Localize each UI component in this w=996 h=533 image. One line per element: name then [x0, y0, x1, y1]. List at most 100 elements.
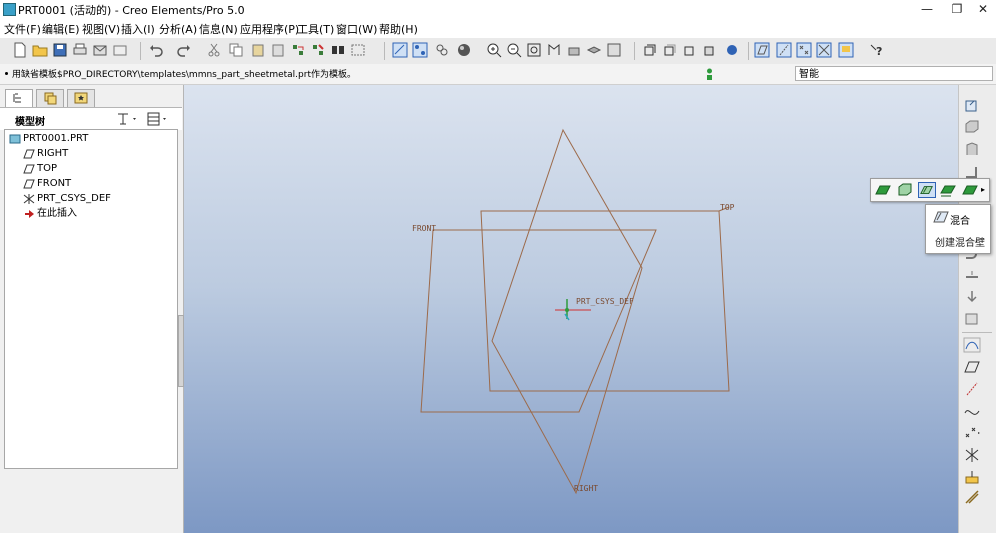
- extrude-flyout-icon[interactable]: [896, 182, 914, 198]
- analysis-tool-icon[interactable]: [963, 469, 981, 485]
- tree-columns-icon[interactable]: [146, 111, 170, 127]
- menu-insert[interactable]: 插入(I): [121, 21, 155, 37]
- redo-icon[interactable]: [176, 42, 192, 58]
- window-title: PRT0001 (活动的) - Creo Elements/Pro 5.0: [18, 4, 245, 17]
- revolve-wall-icon[interactable]: [963, 141, 981, 157]
- shading-icon[interactable]: [702, 42, 718, 58]
- flange-wall-icon[interactable]: [963, 163, 981, 179]
- selection-box-icon[interactable]: [350, 42, 366, 58]
- datum-plane-toggle-icon[interactable]: [754, 42, 770, 58]
- print-icon[interactable]: [72, 42, 88, 58]
- front-datum-plane[interactable]: [420, 229, 657, 413]
- unbend-icon[interactable]: [963, 267, 981, 283]
- extrude-wall-icon[interactable]: [963, 119, 981, 135]
- datum-plane-icon: [23, 179, 35, 189]
- sketch-icon[interactable]: [392, 42, 408, 58]
- saved-views-icon[interactable]: [566, 42, 582, 58]
- zoom-out-icon[interactable]: [506, 42, 522, 58]
- boundary-wall-flyout-icon[interactable]: [961, 182, 979, 198]
- layer-tree-tab-icon[interactable]: [36, 89, 64, 107]
- main-toolbar: ?: [0, 38, 996, 65]
- paste-icon[interactable]: [250, 42, 266, 58]
- tree-settings-icon[interactable]: [116, 111, 140, 127]
- paste-special-icon[interactable]: [270, 42, 286, 58]
- part-icon: [9, 134, 21, 144]
- tooltip-description: 创建混合壁: [935, 238, 985, 249]
- regenerate-manager-icon[interactable]: [310, 42, 326, 58]
- message-bar: 用缺省模板$PRO_DIRECTORY\templates\mmns_part_…: [0, 64, 996, 85]
- no-hidden-icon[interactable]: [682, 42, 698, 58]
- csys-label: PRT_CSYS_DEF: [576, 297, 634, 306]
- annotation-toggle-icon[interactable]: [838, 42, 854, 58]
- save-icon[interactable]: [52, 42, 68, 58]
- datum-display-icon[interactable]: [412, 42, 428, 58]
- undo-icon[interactable]: [148, 42, 164, 58]
- menu-help[interactable]: 帮助(H): [379, 21, 418, 37]
- graphics-window[interactable]: FRONT TOP PRT_CSYS_DEF RIGHT: [184, 85, 958, 533]
- wireframe-icon[interactable]: [642, 42, 658, 58]
- view-manager-icon[interactable]: [606, 42, 622, 58]
- menu-window[interactable]: 窗口(W): [336, 21, 377, 37]
- navigator-panel: 模型树 PRT0001.PRT RIGHT TOP FRONT PRT_CSYS…: [0, 85, 184, 533]
- hidden-line-icon[interactable]: [662, 42, 678, 58]
- menu-applications[interactable]: 应用程序(P): [240, 21, 299, 37]
- datum-curve-tool-icon[interactable]: [963, 403, 981, 419]
- favorites-tab-icon[interactable]: [67, 89, 95, 107]
- model-tree: PRT0001.PRT RIGHT TOP FRONT PRT_CSYS_DEF…: [4, 129, 178, 469]
- insert-here-arrow-icon: [25, 210, 34, 218]
- regenerate-icon[interactable]: [290, 42, 306, 58]
- sketched-datum-curve-icon[interactable]: [963, 337, 981, 353]
- datum-plane-icon: [23, 164, 35, 174]
- appearance-icon[interactable]: [434, 42, 450, 58]
- shading-sphere-icon[interactable]: [456, 42, 472, 58]
- datum-point-tool-icon[interactable]: [963, 425, 981, 441]
- title-bar: PRT0001 (活动的) - Creo Elements/Pro 5.0 — …: [0, 0, 996, 18]
- model-display-icon[interactable]: [724, 42, 740, 58]
- offset-wall-flyout-icon[interactable]: [939, 182, 957, 198]
- menu-analysis[interactable]: 分析(A): [159, 21, 197, 37]
- layers-icon[interactable]: [586, 42, 602, 58]
- form-icon[interactable]: [963, 311, 981, 327]
- model-tree-tab-icon[interactable]: [5, 89, 33, 107]
- new-file-icon[interactable]: [12, 42, 28, 58]
- toolbar-separator: [140, 42, 141, 60]
- datum-point-toggle-icon[interactable]: [796, 42, 812, 58]
- open-folder-icon[interactable]: [32, 42, 48, 58]
- context-help-icon[interactable]: ?: [868, 42, 884, 58]
- warp-tool-icon[interactable]: [963, 489, 981, 505]
- datum-plane-tool-icon[interactable]: [963, 359, 981, 375]
- datum-plane-icon: [23, 149, 35, 159]
- reorient-icon[interactable]: [546, 42, 562, 58]
- menu-bar: 文件(F) 编辑(E) 视图(V) 插入(I) 分析(A) 信息(N) 应用程序…: [0, 18, 996, 38]
- datum-axis-tool-icon[interactable]: [963, 381, 981, 397]
- csys-tool-icon[interactable]: [963, 447, 981, 463]
- tooltip: 混合 创建混合壁: [925, 204, 991, 254]
- menu-info[interactable]: 信息(N): [199, 21, 238, 37]
- selection-filter-dropdown[interactable]: 智能: [795, 66, 993, 81]
- tooltip-title: 混合: [950, 216, 970, 227]
- flat-wall-flyout-icon[interactable]: [874, 182, 892, 198]
- flat-pattern-icon[interactable]: [963, 289, 981, 305]
- flat-wall-icon[interactable]: [963, 97, 981, 113]
- menu-tools[interactable]: 工具(T): [297, 21, 334, 37]
- csys-icon: [23, 194, 35, 204]
- minimize-icon[interactable]: —: [912, 0, 942, 18]
- blend-icon: [933, 210, 949, 224]
- menu-file[interactable]: 文件(F): [4, 21, 41, 37]
- tree-header: 模型树: [0, 107, 182, 130]
- refit-icon[interactable]: [526, 42, 542, 58]
- zoom-in-icon[interactable]: [486, 42, 502, 58]
- send-link-icon[interactable]: [112, 42, 128, 58]
- close-icon[interactable]: ✕: [968, 0, 996, 18]
- send-mail-icon[interactable]: [92, 42, 108, 58]
- csys-toggle-icon[interactable]: [816, 42, 832, 58]
- copy-icon[interactable]: [228, 42, 244, 58]
- cut-icon[interactable]: [206, 42, 222, 58]
- menu-edit[interactable]: 编辑(E): [42, 21, 80, 37]
- toolbar-separator: [384, 42, 385, 60]
- datum-axis-toggle-icon[interactable]: [776, 42, 792, 58]
- find-icon[interactable]: [330, 42, 346, 58]
- blend-wall-flyout-icon[interactable]: [918, 182, 936, 198]
- flyout-more-arrow-icon[interactable]: ▸: [981, 185, 985, 194]
- menu-view[interactable]: 视图(V): [82, 21, 120, 37]
